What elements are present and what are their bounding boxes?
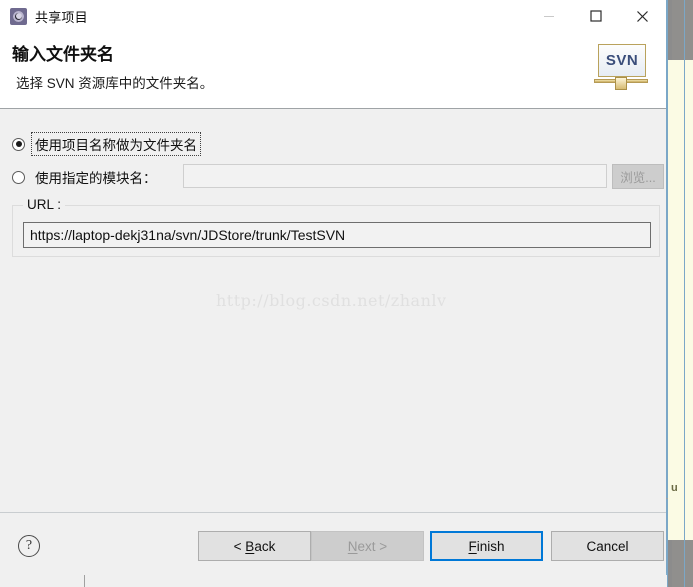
svn-logo-plug — [615, 77, 627, 90]
dialog-title: 共享项目 — [35, 9, 88, 25]
url-group-box: URL : https://laptop-dekj31na/svn/JDStor… — [12, 197, 660, 257]
svn-logo-box: SVN — [598, 44, 646, 77]
radio-selected-icon — [12, 137, 25, 151]
page-subtitle: 选择 SVN 资源库中的文件夹名。 — [16, 76, 214, 91]
svn-logo-icon: SVN — [594, 44, 648, 96]
watermark-text: http://blog.csdn.net/zhanlv — [216, 291, 447, 310]
page-title: 输入文件夹名 — [12, 45, 114, 64]
browse-button-label: 浏览... — [620, 171, 656, 185]
close-icon[interactable] — [619, 0, 666, 32]
screen: u 共享项目 输入文件夹名 选择 SVN 资源库中的文件夹名。 SVN 使用项目… — [0, 0, 693, 587]
background-strip-letter: u — [671, 482, 678, 494]
gear-icon — [10, 7, 27, 25]
back-button[interactable]: < Back — [198, 531, 311, 561]
finish-button-mnemonic: F — [468, 538, 477, 554]
dialog-button-bar: ? < Back Next > Finish Cancel — [0, 512, 666, 575]
radio-use-module-name[interactable]: 使用指定的模块名： — [12, 166, 160, 188]
help-icon-glyph: ? — [25, 538, 33, 553]
maximize-icon[interactable] — [572, 0, 619, 32]
minimize-icon[interactable] — [525, 0, 572, 32]
module-name-input — [183, 164, 607, 188]
back-button-mnemonic: B — [245, 538, 255, 554]
help-icon[interactable]: ? — [18, 535, 40, 557]
radio-unselected-icon — [12, 170, 25, 184]
url-group-label: URL : — [23, 197, 66, 212]
next-button-mnemonic: N — [347, 538, 358, 554]
url-input[interactable]: https://laptop-dekj31na/svn/JDStore/trun… — [23, 222, 651, 248]
window-controls — [525, 0, 666, 32]
share-project-dialog: 共享项目 输入文件夹名 选择 SVN 资源库中的文件夹名。 SVN 使用项目名称… — [0, 0, 666, 575]
radio-use-project-name-label: 使用项目名称做为文件夹名 — [31, 132, 201, 156]
dialog-body: 使用项目名称做为文件夹名 使用指定的模块名： 浏览... URL : https… — [0, 109, 666, 512]
url-input-value: https://laptop-dekj31na/svn/JDStore/trun… — [30, 227, 346, 243]
radio-use-module-name-label: 使用指定的模块名： — [35, 171, 157, 186]
cancel-button[interactable]: Cancel — [551, 531, 664, 561]
cancel-button-label: Cancel — [586, 538, 629, 554]
browse-button: 浏览... — [612, 164, 664, 189]
dialog-header: 输入文件夹名 选择 SVN 资源库中的文件夹名。 SVN — [0, 32, 666, 109]
background-yellow-strip — [668, 60, 693, 540]
radio-use-project-name[interactable]: 使用项目名称做为文件夹名 — [12, 132, 201, 156]
next-button: Next > — [311, 531, 424, 561]
background-bottom-tick — [84, 575, 85, 587]
svn-logo-text: SVN — [605, 52, 639, 69]
finish-button[interactable]: Finish — [430, 531, 543, 561]
background-bottom-strip — [0, 575, 667, 587]
background-edge-line-right — [684, 0, 685, 587]
dialog-titlebar[interactable]: 共享项目 — [0, 0, 666, 32]
